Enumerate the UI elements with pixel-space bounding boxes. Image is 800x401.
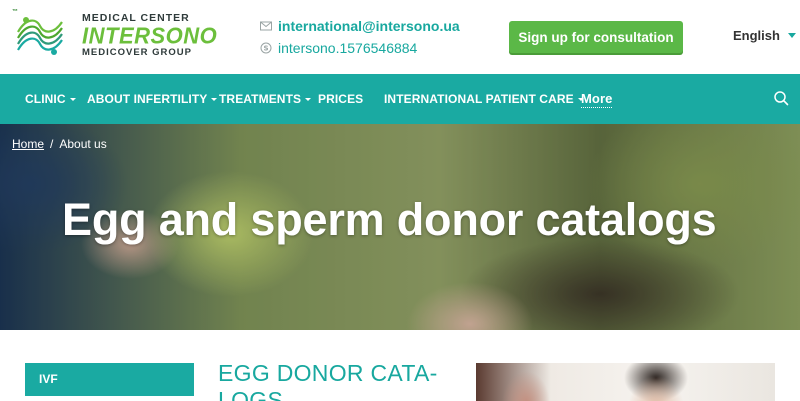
- skype-icon: S: [260, 42, 272, 54]
- sidebar-item-ivf[interactable]: IVF: [25, 363, 194, 396]
- doctors-photo: [476, 363, 775, 401]
- nav-item-about-infertility[interactable]: ABOUT INFERTILITY: [87, 74, 218, 124]
- hero-banner: Home / About us Egg and sperm donor cata…: [0, 124, 800, 330]
- logo-emblem-icon: [17, 17, 63, 55]
- breadcrumb-home-link[interactable]: Home: [12, 137, 44, 151]
- section-title: EGG DONOR CATA-LOGS: [218, 360, 438, 401]
- dropdown-caret-icon: [305, 98, 312, 102]
- svg-text:S: S: [263, 45, 268, 53]
- breadcrumb-current: About us: [59, 137, 107, 151]
- nav-item-international-patient-care[interactable]: INTERNATIONAL PATIENT CARE: [384, 74, 584, 124]
- language-label: English: [733, 28, 780, 43]
- contact-block: international@intersono.ua S intersono.1…: [260, 15, 460, 59]
- intersono-logo[interactable]: ™ MEDICAL CENTER INTERSONO MEDICOVER GRO…: [12, 8, 218, 64]
- nav-item-treatments[interactable]: TREATMENTS: [219, 74, 312, 124]
- nav-item-label: CLINIC: [25, 92, 66, 106]
- dropdown-caret-icon: [69, 98, 76, 102]
- signup-consultation-button[interactable]: Sign up for consultation: [509, 21, 683, 53]
- chevron-down-icon: [787, 33, 796, 38]
- main-navigation: CLINIC ABOUT INFERTILITY TREATMENTS PRIC…: [0, 74, 800, 124]
- logo-line-medicover-group: MEDICOVER GROUP: [82, 47, 193, 58]
- nav-item-label: PRICES: [318, 92, 364, 106]
- email-row: international@intersono.ua: [260, 15, 460, 37]
- breadcrumb-separator: /: [50, 137, 54, 151]
- dropdown-caret-icon: [211, 98, 218, 102]
- nav-item-prices[interactable]: PRICES: [318, 74, 363, 124]
- envelope-icon: [260, 21, 272, 31]
- skype-row: S intersono.1576546884: [260, 37, 460, 59]
- logo-wordmark: MEDICAL CENTER INTERSONO MEDICOVER GROUP: [82, 12, 218, 58]
- email-link[interactable]: international@intersono.ua: [278, 18, 460, 34]
- nav-item-label: ABOUT INFERTILITY: [87, 92, 208, 106]
- nav-item-label: INTERNATIONAL PATIENT CARE: [384, 92, 574, 106]
- search-icon[interactable]: [773, 90, 789, 106]
- nav-item-label: TREATMENTS: [219, 92, 302, 106]
- nav-item-clinic[interactable]: CLINIC: [25, 74, 76, 124]
- page-title: Egg and sperm donor catalogs: [62, 194, 717, 245]
- breadcrumb: Home / About us: [12, 137, 107, 151]
- language-selector[interactable]: English: [733, 28, 796, 43]
- site-header: ™ MEDICAL CENTER INTERSONO MEDICOVER GRO…: [0, 0, 800, 74]
- skype-id[interactable]: intersono.1576546884: [278, 40, 417, 56]
- logo-line-intersono: INTERSONO: [82, 22, 218, 49]
- nav-item-more[interactable]: More: [581, 91, 613, 108]
